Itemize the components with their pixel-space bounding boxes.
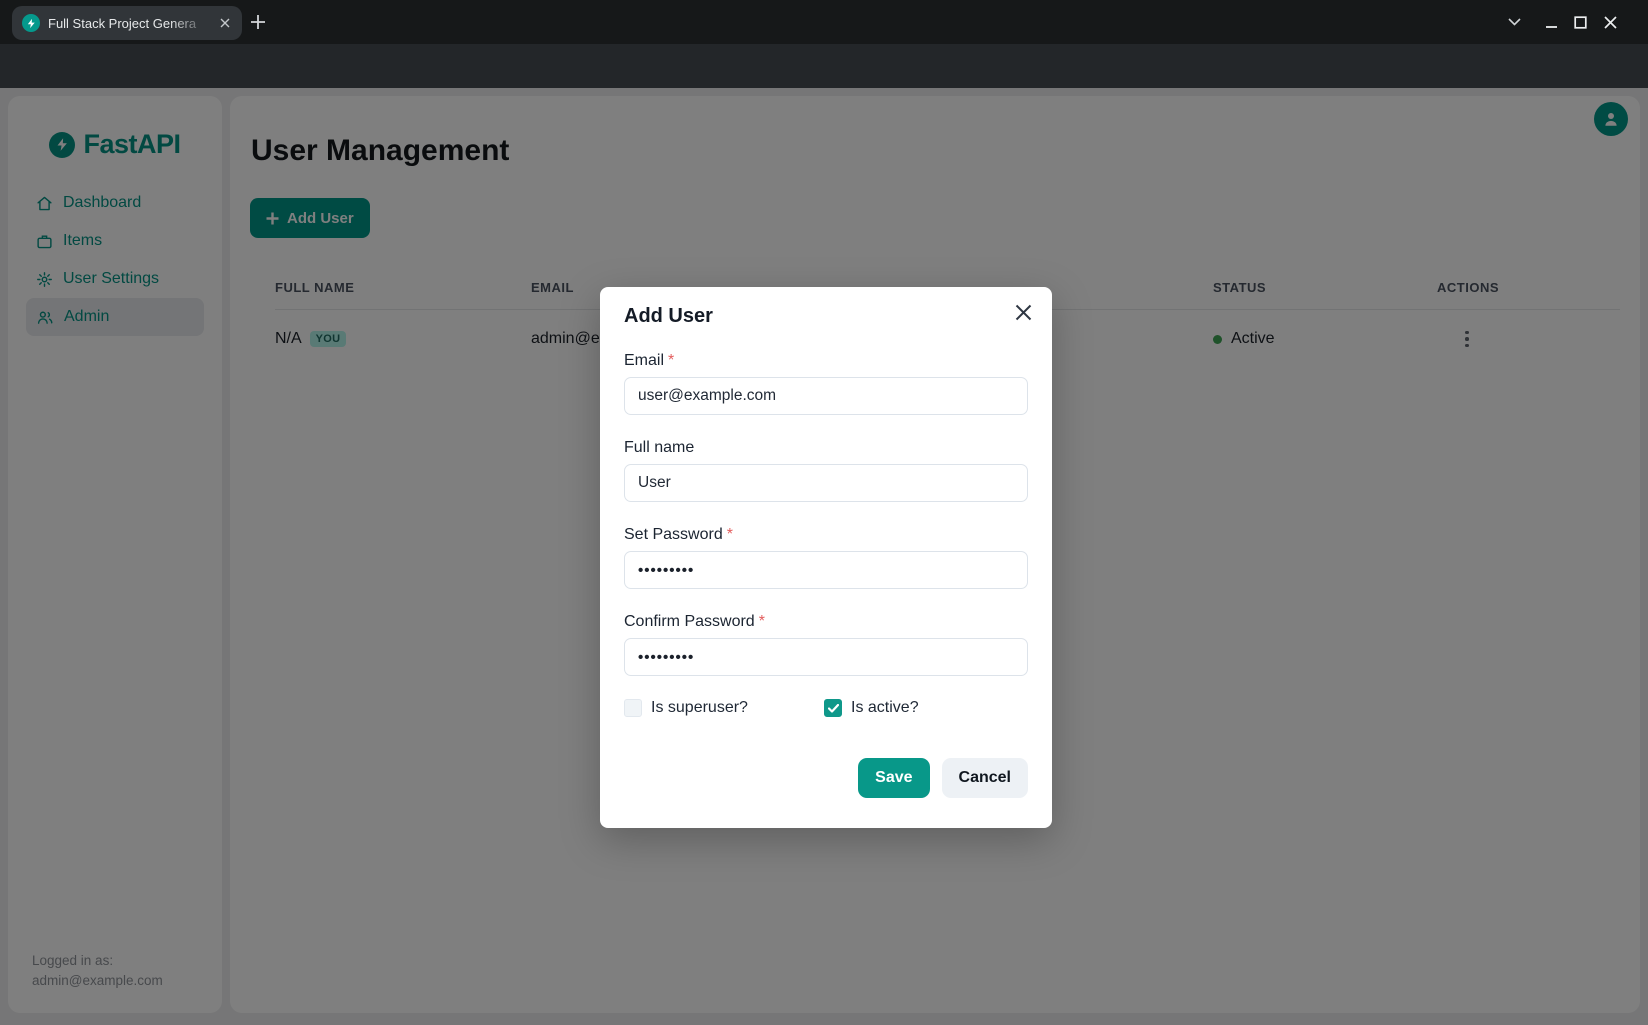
close-icon bbox=[1015, 304, 1032, 321]
window-close-button[interactable] bbox=[1598, 10, 1622, 34]
confirm-password-field[interactable] bbox=[624, 638, 1028, 676]
email-field[interactable] bbox=[624, 377, 1028, 415]
confirm-password-label: Confirm Password* bbox=[624, 610, 1028, 634]
add-user-modal: Add User Email* Full name Set Password* … bbox=[600, 287, 1052, 828]
cancel-button[interactable]: Cancel bbox=[942, 758, 1028, 798]
checkbox-checked-icon[interactable] bbox=[824, 699, 842, 717]
tab-title: Full Stack Project Genera bbox=[48, 16, 216, 31]
checkbox-unchecked-icon[interactable] bbox=[624, 699, 642, 717]
modal-close-button[interactable] bbox=[1008, 297, 1038, 327]
browser-tab[interactable]: Full Stack Project Genera bbox=[12, 6, 242, 40]
tab-close-icon[interactable] bbox=[216, 14, 234, 32]
new-tab-button[interactable] bbox=[248, 12, 268, 32]
is-superuser-checkbox[interactable]: Is superuser? bbox=[624, 699, 824, 717]
email-label: Email* bbox=[624, 349, 1028, 373]
full-name-label: Full name bbox=[624, 436, 1028, 460]
window-minimize-button[interactable] bbox=[1539, 10, 1563, 34]
window-maximize-button[interactable] bbox=[1568, 10, 1592, 34]
browser-tab-strip: Full Stack Project Genera bbox=[0, 0, 1648, 44]
fastapi-favicon-icon bbox=[22, 14, 40, 32]
tab-search-chevron-icon[interactable] bbox=[1502, 10, 1526, 34]
is-active-checkbox[interactable]: Is active? bbox=[824, 699, 919, 717]
browser-toolbar: i localhost/admin 1 bbox=[0, 44, 1648, 88]
set-password-label: Set Password* bbox=[624, 523, 1028, 547]
save-button[interactable]: Save bbox=[858, 758, 929, 798]
set-password-field[interactable] bbox=[624, 551, 1028, 589]
modal-title: Add User bbox=[624, 305, 1028, 328]
full-name-field[interactable] bbox=[624, 464, 1028, 502]
